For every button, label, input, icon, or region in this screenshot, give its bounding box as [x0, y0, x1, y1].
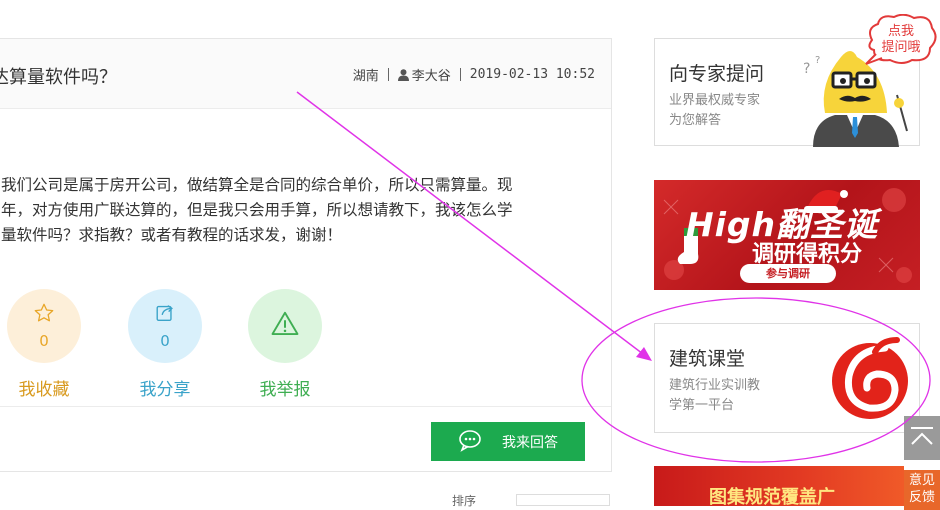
feedback-line: 意见 [908, 473, 935, 488]
question-card: 达算量软件吗？ 湖南 李大谷 2019-02-13 10:52 我们公司是属于房… [0, 38, 612, 472]
atlas-banner[interactable]: 图集规范覆盖广 [654, 466, 904, 506]
author-link[interactable]: 李大谷 [412, 65, 451, 84]
sort-label: 排序 [452, 494, 477, 508]
meta-divider [459, 68, 461, 81]
chat-bubble-icon [458, 428, 502, 456]
action-row: 0 我收藏 0 我分享 我举报 [0, 289, 611, 407]
user-icon [397, 68, 409, 81]
course-title: 建筑课堂 [669, 348, 746, 370]
question-body: 我们公司是属于房开公司，做结算全是合同的综合单价，所以只需算量。现 年，对方使用… [1, 173, 591, 248]
subtitle-line: 建筑行业实训教 [669, 378, 761, 393]
answer-button-label: 我来回答 [502, 434, 558, 451]
ask-expert-title: 向专家提问 [669, 63, 765, 85]
sort-select[interactable] [516, 494, 610, 506]
favorite-button[interactable]: 0 我收藏 [7, 289, 81, 400]
share-count: 0 [160, 332, 170, 350]
subtitle-line: 为您解答 [669, 113, 722, 128]
course-subtitle: 建筑行业实训教 学第一平台 [669, 376, 760, 416]
feedback-button[interactable]: 意见 反馈 [904, 470, 940, 510]
share-icon [154, 302, 176, 328]
subtitle-line: 业界最权威专家 [669, 93, 761, 108]
body-line: 年，对方使用广联达算的，但是我只会用手算，所以想请教下，我该怎么学 [1, 201, 513, 219]
body-line: 我们公司是属于房开公司，做结算全是合同的综合单价，所以只需算量。现 [1, 176, 513, 194]
question-meta: 湖南 李大谷 2019-02-13 10:52 [353, 65, 595, 84]
favorite-count: 0 [39, 332, 49, 350]
body-line: 量软件吗？求指教？或者有教程的话求发，谢谢！ [1, 226, 343, 244]
answer-button[interactable]: 我来回答 [431, 422, 585, 461]
question-header: 达算量软件吗？ 湖南 李大谷 2019-02-13 10:52 [0, 39, 611, 109]
ask-expert-subtitle: 业界最权威专家 为您解答 [669, 91, 760, 131]
question-title: 达算量软件吗？ [0, 67, 117, 88]
report-button[interactable]: 我举报 [248, 289, 322, 400]
post-datetime: 2019-02-13 10:52 [469, 67, 595, 82]
share-label: 我分享 [139, 380, 191, 400]
course-logo-icon [825, 334, 915, 428]
bubble-line: 点我 [887, 24, 914, 39]
svg-text:?: ? [815, 55, 820, 66]
share-button[interactable]: 0 我分享 [128, 289, 202, 400]
warning-icon [270, 309, 300, 343]
subtitle-line: 学第一平台 [669, 398, 735, 413]
star-icon [33, 302, 55, 328]
favorite-label: 我收藏 [18, 380, 70, 400]
svg-text:?: ? [803, 61, 810, 77]
building-course-card[interactable]: 建筑课堂 建筑行业实训教 学第一平台 [654, 323, 920, 433]
bubble-line: 提问哦 [881, 40, 921, 55]
xmas-survey-button[interactable]: 参与调研 [740, 264, 836, 283]
arrow-up-icon [909, 425, 935, 451]
atlas-banner-text: 图集规范覆盖广 [709, 487, 835, 506]
back-to-top-button[interactable] [904, 416, 940, 460]
ask-bubble[interactable]: 点我 提问哦 [864, 14, 938, 66]
xmas-survey-banner[interactable]: High翻圣诞 调研得积分 参与调研 [654, 180, 920, 290]
answer-bar: 我来回答 [0, 406, 611, 473]
report-label: 我举报 [259, 380, 311, 400]
feedback-line: 反馈 [908, 490, 935, 505]
meta-divider [387, 68, 389, 81]
region-label: 湖南 [352, 69, 379, 84]
